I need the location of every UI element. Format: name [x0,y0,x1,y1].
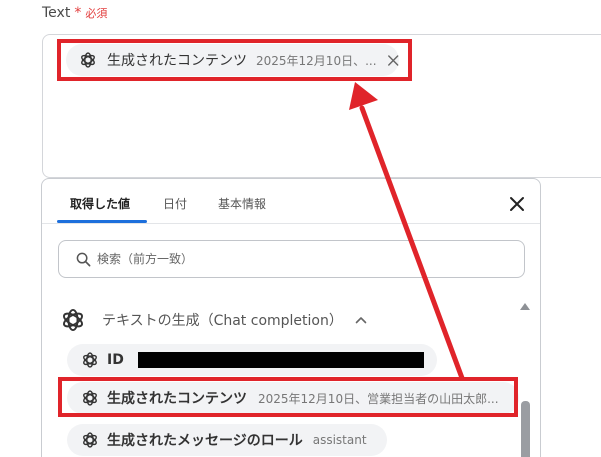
required-mark: * [74,5,82,21]
list-item-message-role[interactable]: 生成されたメッセージのロール assistant [67,424,387,456]
group-title: テキストの生成（Chat completion） [102,313,343,329]
group-header-chat-completion[interactable]: テキストの生成（Chat completion） [60,307,367,333]
search-input[interactable] [97,252,497,266]
highlight-box-list-item [58,377,518,417]
search-icon [76,252,91,266]
highlight-box-inserted-chip [57,39,412,81]
scroll-up-arrow-icon[interactable] [519,302,531,311]
tab-date[interactable]: 日付 [163,195,187,212]
list-item-id[interactable]: ID [67,344,437,376]
scrollbar-thumb[interactable] [521,401,530,457]
item-label: ID [107,352,124,368]
openai-icon [61,308,85,332]
item-value: assistant [312,433,367,447]
tab-bar: 取得した値 日付 基本情報 [42,179,540,224]
tab-basic-info[interactable]: 基本情報 [218,195,266,212]
required-text: 必須 [85,7,108,20]
text-field-label: Text * 必須 [42,5,107,21]
openai-icon [81,352,99,368]
item-label: 生成されたメッセージのロール [107,433,303,449]
tab-acquired-values[interactable]: 取得した値 [70,195,130,212]
tab-divider [42,223,540,224]
search-box[interactable] [58,240,525,278]
close-icon[interactable] [508,195,526,213]
openai-icon [81,432,99,448]
field-label-text: Text [42,5,71,21]
redacted-value [137,352,424,368]
chevron-up-icon[interactable] [355,316,367,324]
